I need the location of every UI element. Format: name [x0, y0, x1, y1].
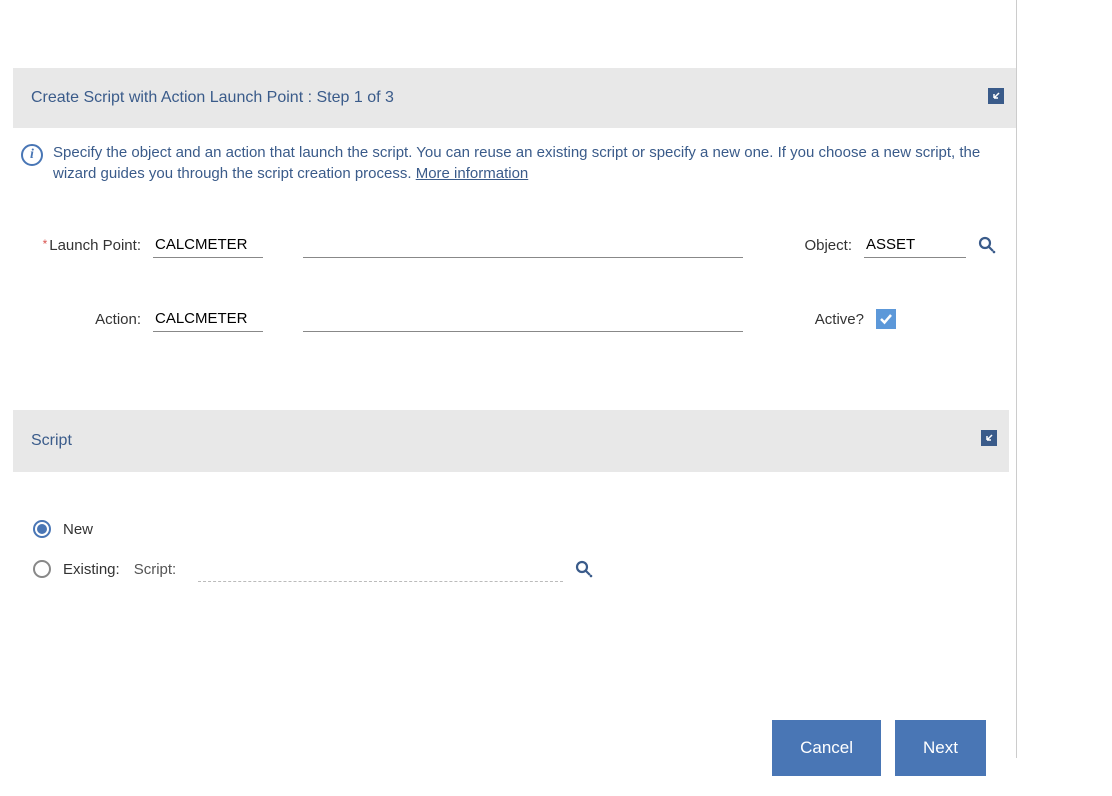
action-label: Action: [95, 311, 141, 328]
radio-new[interactable] [33, 520, 51, 538]
info-icon: i [21, 144, 43, 166]
object-input[interactable] [864, 232, 966, 258]
script-lookup-button[interactable] [575, 560, 593, 578]
script-section-header: Script [13, 410, 1009, 472]
launch-point-label: Launch Point: [49, 237, 141, 254]
radio-new-row: New [33, 520, 996, 538]
action-desc-input[interactable] [303, 306, 743, 332]
magnifier-icon [575, 560, 593, 578]
wizard-header: Create Script with Action Launch Point :… [13, 68, 1016, 128]
radio-new-label: New [63, 521, 93, 538]
radio-existing[interactable] [33, 560, 51, 578]
more-information-link[interactable]: More information [416, 165, 529, 182]
next-button[interactable]: Next [895, 720, 986, 776]
info-text: Specify the object and an action that la… [53, 142, 1008, 184]
script-field-label: Script: [134, 561, 177, 578]
active-label: Active? [815, 311, 864, 328]
arrow-down-left-icon [991, 91, 1001, 101]
radio-existing-row: Existing: Script: [33, 556, 996, 582]
active-checkbox[interactable] [876, 309, 896, 329]
action-row: Action: Active? [33, 306, 996, 332]
collapse-button[interactable] [988, 88, 1004, 104]
launch-point-input[interactable] [153, 232, 263, 258]
form-section: *Launch Point: Object: Action: [13, 184, 1016, 410]
script-section-title: Script [31, 432, 72, 450]
arrow-down-left-icon [984, 433, 994, 443]
script-collapse-button[interactable] [981, 430, 997, 446]
wizard-title: Create Script with Action Launch Point :… [31, 89, 394, 107]
cancel-button[interactable]: Cancel [772, 720, 881, 776]
script-input[interactable] [198, 556, 563, 582]
required-indicator: * [43, 237, 48, 251]
object-label: Object: [804, 237, 852, 254]
script-radio-section: New Existing: Script: [13, 472, 1016, 620]
object-lookup-button[interactable] [978, 236, 996, 254]
magnifier-icon [978, 236, 996, 254]
info-section: i Specify the object and an action that … [13, 128, 1016, 184]
checkmark-icon [878, 311, 894, 327]
button-row: Cancel Next [13, 620, 1016, 796]
action-input[interactable] [153, 306, 263, 332]
launch-point-row: *Launch Point: Object: [33, 232, 996, 258]
launch-point-desc-input[interactable] [303, 232, 743, 258]
radio-existing-label: Existing: [63, 561, 120, 578]
